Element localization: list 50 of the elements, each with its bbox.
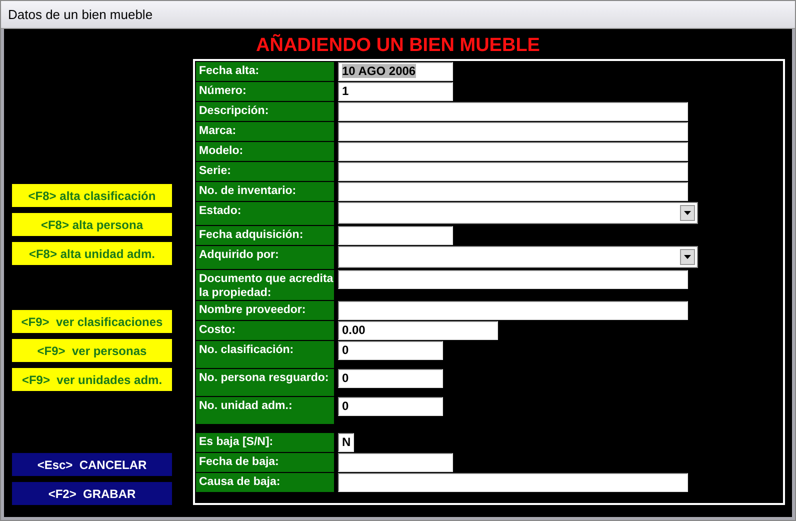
shortcut-button[interactable]: <F9> ver unidades adm. xyxy=(12,368,172,391)
field-label: Causa de baja: xyxy=(196,473,334,492)
field-label: Nombre proveedor: xyxy=(196,301,334,320)
shortcut-button[interactable]: <F9> ver personas xyxy=(12,339,172,362)
field-label: Fecha alta: xyxy=(196,62,334,81)
field-label: Marca: xyxy=(196,122,334,141)
input-field[interactable] xyxy=(338,182,688,201)
field-label: Serie: xyxy=(196,162,334,181)
shortcut-button[interactable]: <F8> alta clasificación xyxy=(12,184,172,207)
input-field[interactable]: 0 xyxy=(338,369,443,388)
field-label: Descripción: xyxy=(196,102,334,121)
form-heading: AÑADIENDO UN BIEN MUEBLE xyxy=(256,33,540,58)
input-field[interactable]: 10 AGO 2006 xyxy=(338,62,453,81)
shortcut-button[interactable]: <Esc> CANCELAR xyxy=(12,453,172,476)
dropdown-arrow-icon[interactable] xyxy=(684,211,691,215)
window-title: Datos de un bien mueble xyxy=(8,7,153,22)
field-label: Fecha adquisición: xyxy=(196,226,334,245)
input-field[interactable]: 0 xyxy=(338,397,443,416)
dropdown-field[interactable] xyxy=(338,202,698,224)
dropdown-field[interactable] xyxy=(338,246,698,268)
input-field[interactable]: N xyxy=(338,433,354,452)
input-field[interactable]: 1 xyxy=(338,82,453,101)
field-label: Costo: xyxy=(196,321,334,340)
field-label: No. unidad adm.: xyxy=(196,397,334,424)
field-label: Documento que acredita la propiedad: xyxy=(196,270,334,300)
input-field[interactable] xyxy=(338,270,688,289)
field-label: Fecha de baja: xyxy=(196,453,334,472)
input-field[interactable] xyxy=(338,142,688,161)
shortcut-button[interactable]: <F9> ver clasificaciones xyxy=(12,310,172,333)
input-field[interactable] xyxy=(338,122,688,141)
input-field[interactable] xyxy=(338,226,453,245)
field-label: Modelo: xyxy=(196,142,334,161)
input-field[interactable] xyxy=(338,162,688,181)
dropdown-arrow-icon[interactable] xyxy=(684,255,691,259)
shortcut-button[interactable]: <F8> alta persona xyxy=(12,213,172,236)
shortcut-button[interactable]: <F8> alta unidad adm. xyxy=(12,242,172,265)
input-field[interactable] xyxy=(338,301,688,320)
input-field[interactable] xyxy=(338,102,688,121)
input-field[interactable] xyxy=(338,453,453,472)
field-label: No. de inventario: xyxy=(196,182,334,201)
field-label: No. persona resguardo: xyxy=(196,369,334,396)
field-label: Número: xyxy=(196,82,334,101)
input-field[interactable]: 0.00 xyxy=(338,321,498,340)
field-label: Estado: xyxy=(196,202,334,225)
shortcut-button[interactable]: <F2> GRABAR xyxy=(12,482,172,505)
field-label: Adquirido por: xyxy=(196,246,334,269)
field-label: No. clasificación: xyxy=(196,341,334,368)
input-field[interactable] xyxy=(338,473,688,492)
input-field[interactable]: 0 xyxy=(338,341,443,360)
field-label: Es baja [S/N]: xyxy=(196,433,334,452)
